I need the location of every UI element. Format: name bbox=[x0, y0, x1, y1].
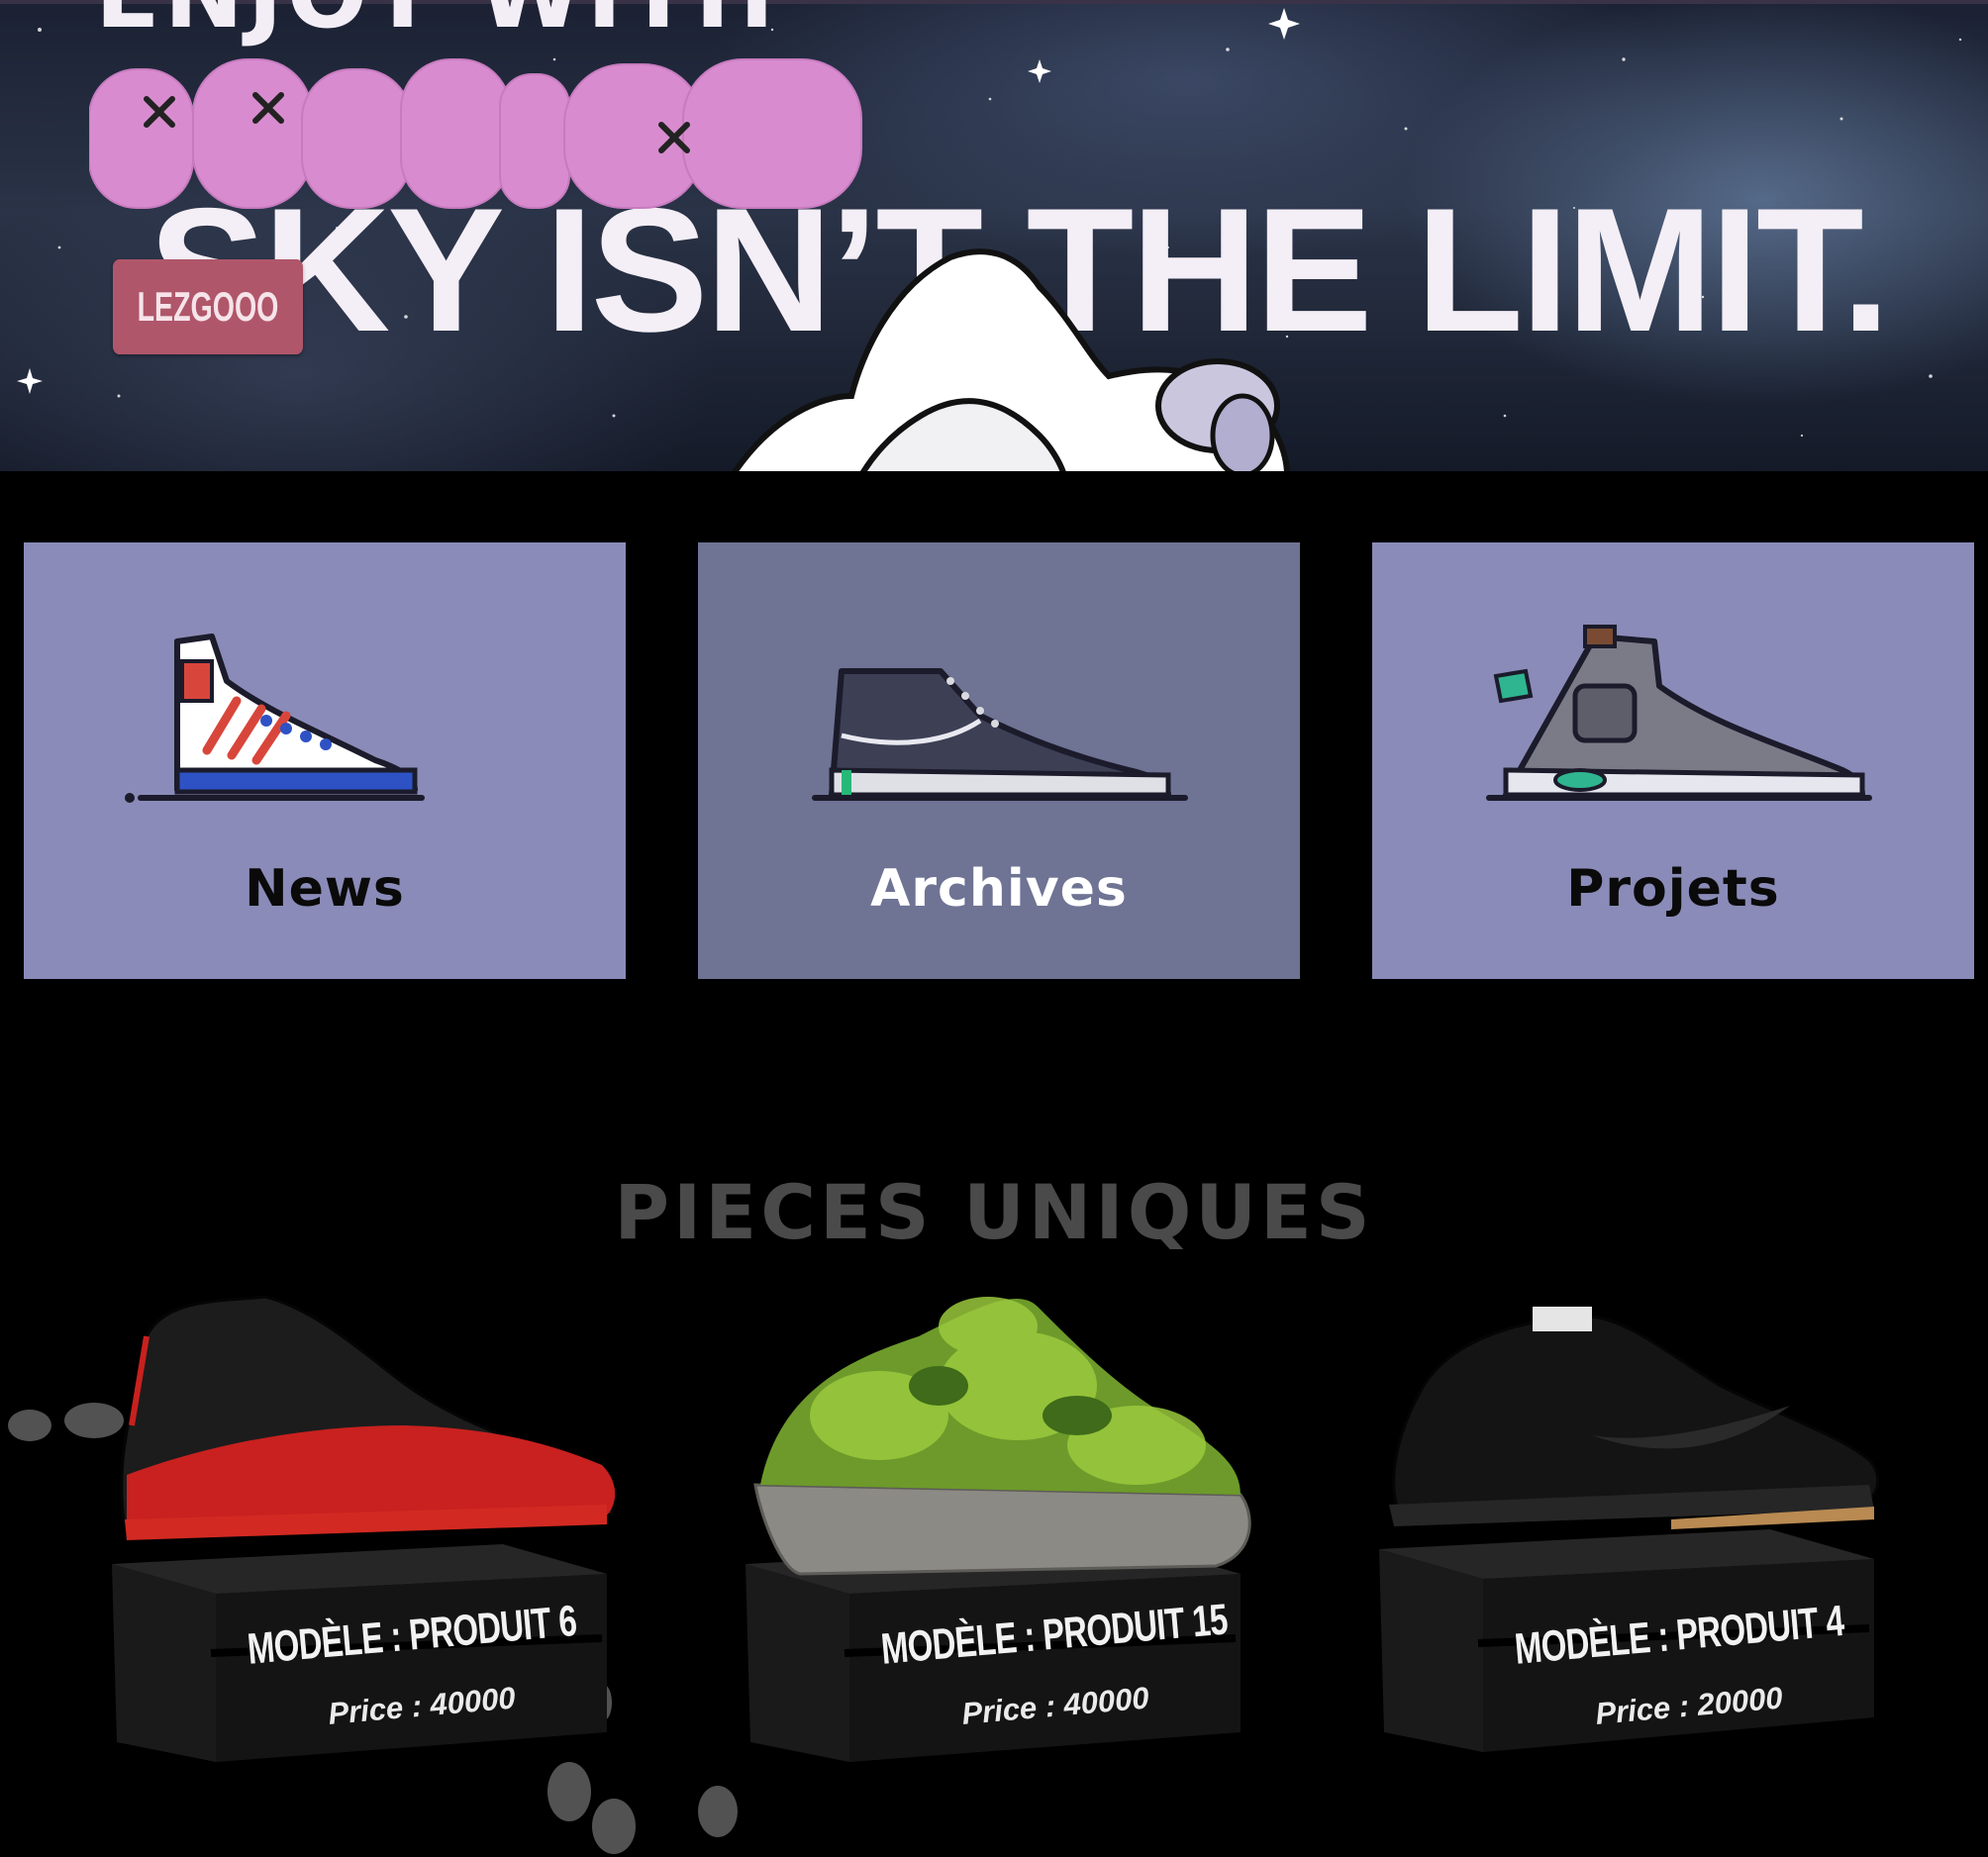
lezgooo-button-label: LEZGOOO bbox=[137, 283, 279, 330]
product-card[interactable]: MODÈLE : PRODUIT 6 Price : 40000 bbox=[107, 1277, 661, 1792]
category-card-news[interactable]: News bbox=[24, 542, 626, 979]
lezgooo-button[interactable]: LEZGOOO bbox=[113, 259, 303, 354]
astronaut-figure bbox=[732, 248, 1290, 471]
product-card[interactable]: MODÈLE : PRODUIT 4 Price : 20000 bbox=[1374, 1277, 1929, 1792]
passion-graffiti bbox=[89, 58, 862, 209]
category-label-projets: Projets bbox=[1566, 859, 1780, 919]
category-label-archives: Archives bbox=[870, 859, 1128, 919]
category-card-archives[interactable]: Archives bbox=[698, 542, 1300, 979]
category-label-news: News bbox=[245, 859, 405, 919]
hero-banner: ENJOY WITH SKY ISN’T THE LIMIT. LEZGOOO bbox=[0, 0, 1988, 471]
section-title: PIECES UNIQUES bbox=[614, 1168, 1374, 1256]
product-card[interactable]: MODÈLE : PRODUIT 15 Price : 40000 bbox=[741, 1277, 1295, 1792]
category-card-projets[interactable]: Projets bbox=[1372, 542, 1974, 979]
